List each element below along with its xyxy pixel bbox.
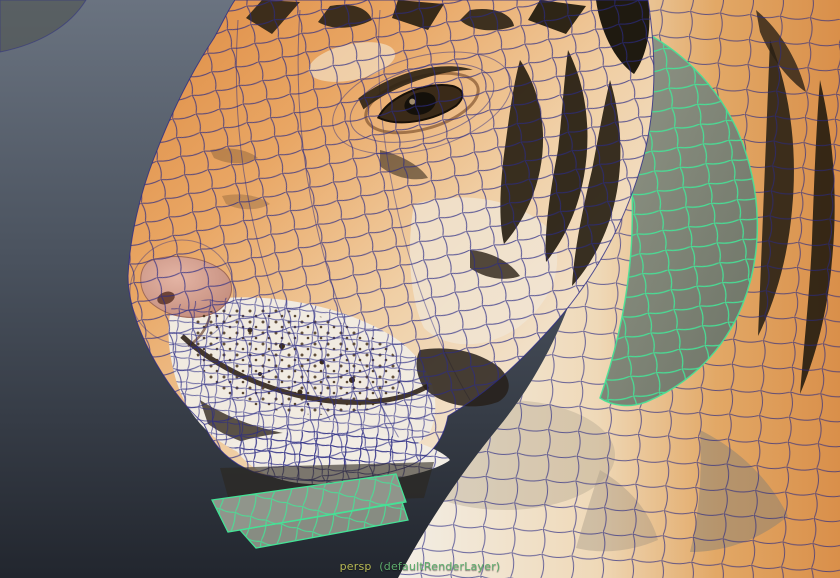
scene	[0, 0, 840, 578]
tiger-ear-mesh[interactable]	[0, 0, 87, 53]
selected-chin-faces[interactable]	[200, 462, 434, 560]
camera-label: persp (defaultRenderLayer)	[340, 560, 501, 573]
camera-name-label: persp	[339, 560, 372, 573]
render-layer-label: (defaultRenderLayer)	[379, 560, 501, 573]
viewport-3d[interactable]: persp (defaultRenderLayer)	[0, 0, 840, 578]
